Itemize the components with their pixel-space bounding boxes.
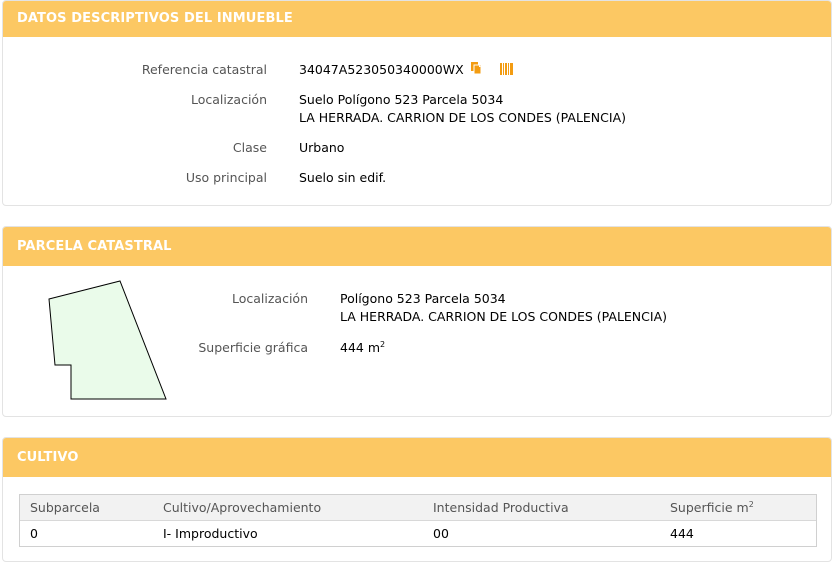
loc-line1: Suelo Polígono 523 Parcela 5034: [299, 92, 504, 107]
table-row: 0 I- Improductivo 00 444: [20, 521, 816, 547]
parcel-polygon: [48, 280, 167, 400]
col-superficie-text: Superficie m: [670, 500, 749, 515]
cell-superficie: 444: [670, 526, 694, 541]
parcela-loc-value: Polígono 523 Parcela 5034 LA HERRADA. CA…: [340, 290, 667, 326]
parcela-loc-line2: LA HERRADA. CARRION DE LOS CONDES (PALEN…: [340, 309, 668, 324]
parcela-catastral-panel: PARCELA CATASTRAL Localización Polígono …: [2, 226, 832, 417]
col-subparcela: Subparcela: [20, 495, 153, 521]
parcela-header: PARCELA CATASTRAL: [3, 227, 831, 266]
col-intensidad: Intensidad Productiva: [423, 495, 660, 521]
copy-icon[interactable]: [470, 61, 482, 80]
ref-value: 34047A523050340000WX: [299, 61, 513, 80]
superficie-number: 444 m: [340, 340, 381, 355]
cultivo-header: CULTIVO: [3, 438, 831, 477]
superficie-value: 444 m2: [340, 339, 385, 357]
uso-value: Suelo sin edif.: [299, 170, 387, 185]
superficie-exp: 2: [380, 339, 386, 349]
cell-intensidad: 00: [433, 526, 449, 541]
col-cultivo: Cultivo/Aprovechamiento: [153, 495, 423, 521]
loc-value: Suelo Polígono 523 Parcela 5034 LA HERRA…: [299, 91, 626, 127]
superficie-label: Superficie gráfica: [198, 340, 308, 355]
datos-descriptivos-panel: DATOS DESCRIPTIVOS DEL INMUEBLE Referenc…: [2, 0, 832, 206]
parcel-shape-image: [48, 280, 167, 400]
ref-label: Referencia catastral: [141, 62, 267, 77]
cell-cultivo: I- Improductivo: [163, 526, 258, 541]
loc-line2: LA HERRADA. CARRION DE LOS CONDES (PALEN…: [299, 110, 627, 125]
col-superficie: Superficie m2: [660, 495, 816, 521]
parcela-loc-label: Localización: [231, 291, 308, 306]
loc-label: Localización: [190, 92, 267, 107]
col-superficie-exp: 2: [748, 499, 754, 509]
clase-label: Clase: [232, 140, 267, 155]
uso-label: Uso principal: [185, 170, 267, 185]
clase-value: Urbano: [299, 140, 345, 155]
parcela-loc-line1: Polígono 523 Parcela 5034: [340, 291, 506, 306]
cultivo-panel: CULTIVO Subparcela Cultivo/Aprovechamien…: [2, 437, 832, 562]
table-header-row: Subparcela Cultivo/Aprovechamiento Inten…: [20, 495, 816, 521]
barcode-icon[interactable]: [499, 62, 513, 80]
cultivo-table: Subparcela Cultivo/Aprovechamiento Inten…: [19, 494, 817, 547]
datos-header: DATOS DESCRIPTIVOS DEL INMUEBLE: [3, 1, 831, 37]
ref-value-text: 34047A523050340000WX: [299, 62, 464, 77]
cell-subparcela: 0: [30, 526, 38, 541]
